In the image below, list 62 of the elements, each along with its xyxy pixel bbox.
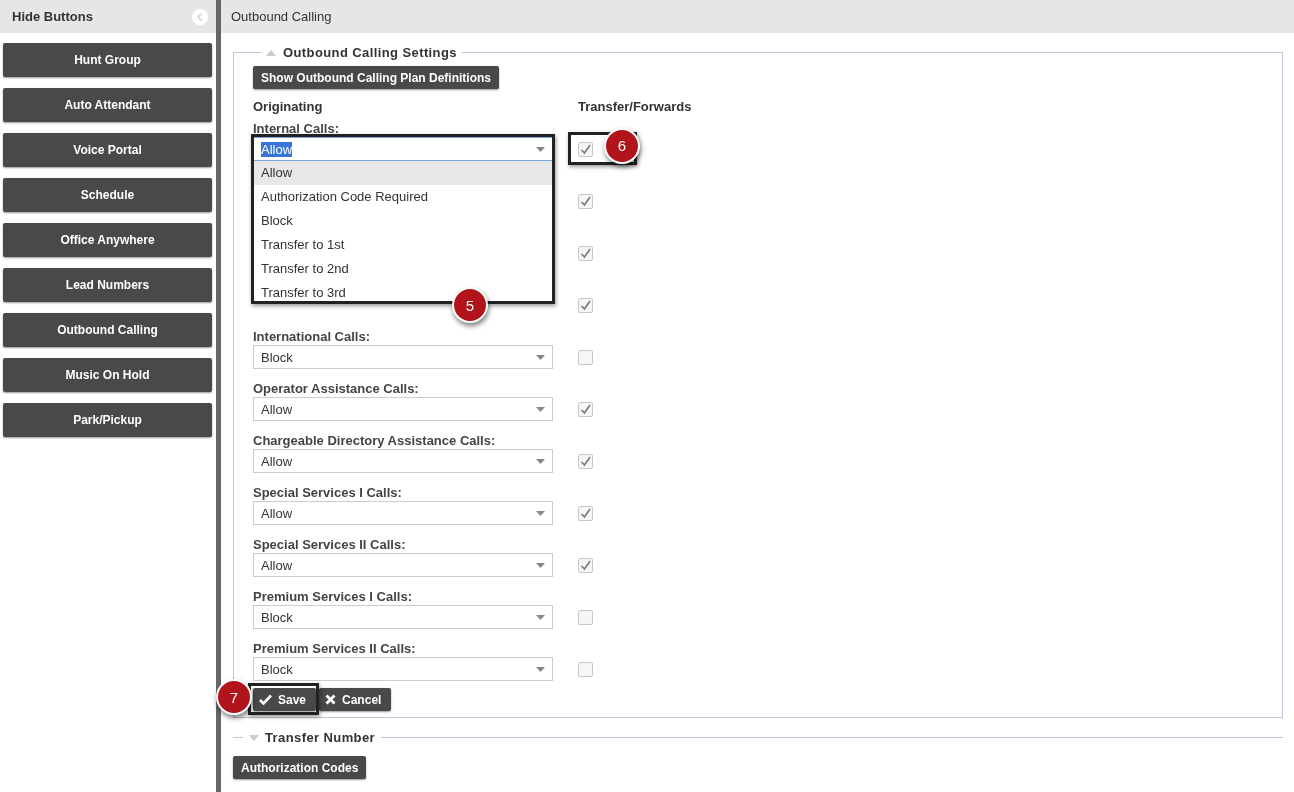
dropdown-field[interactable]: Allow [253,553,553,577]
dropdown-field[interactable]: Block [253,657,553,681]
cancel-button[interactable]: Cancel [319,688,392,711]
checkbox[interactable] [578,401,593,417]
dropdown-field[interactable]: Block [253,345,553,369]
field-label: Premium Services II Calls: [253,640,416,657]
close-icon [325,694,337,705]
field-label: Chargeable Directory Assistance Calls: [253,432,496,449]
section-title: Outbound Calling Settings [283,45,457,60]
section-title: Transfer Number [265,730,376,745]
field-label: Special Services II Calls: [253,536,406,553]
dropdown-option[interactable]: Authorization Code Required [253,185,553,209]
save-button[interactable]: Save [253,688,317,711]
checkbox[interactable] [578,453,593,469]
sidebar-button[interactable]: Park/Pickup [3,403,212,437]
dropdown-option[interactable]: Block [253,209,553,233]
dropdown-option[interactable]: Allow [253,161,553,185]
caret-icon [536,510,545,516]
caret-icon [536,562,545,568]
page-title: Outbound Calling [231,9,332,24]
authorization-codes-button[interactable]: Authorization Codes [233,756,367,779]
caret-icon [536,666,545,672]
caret-icon [536,146,545,152]
column-header: Transfer/Forwards [578,99,692,114]
sidebar-button[interactable]: Office Anywhere [3,223,212,257]
sidebar-title: Hide Buttons [12,9,93,24]
field-label: Internal Calls: [253,120,339,137]
caret-icon [536,614,545,620]
sidebar-button[interactable]: Music On Hold [3,358,212,392]
dropdown-field[interactable]: Allow [253,501,553,525]
field-label: Operator Assistance Calls: [253,380,419,397]
dropdown-option[interactable]: Transfer to 1st [253,233,553,257]
checkbox[interactable] [578,505,593,521]
caret-icon [536,458,545,464]
callout-marker: 6 [604,127,640,164]
field-label: International Calls: [253,328,371,345]
dropdown-option[interactable]: Transfer to 2nd [253,257,553,281]
sidebar-button[interactable]: Auto Attendant [3,88,212,122]
dropdown-field[interactable]: Block [253,605,553,629]
dropdown-field[interactable]: Allow [253,449,553,473]
checkbox[interactable] [578,141,593,157]
checkbox[interactable] [578,245,593,261]
field-label: Special Services I Calls: [253,484,402,501]
checkbox[interactable] [578,349,593,365]
column-header: Originating [253,99,324,114]
sidebar-button[interactable]: Voice Portal [3,133,212,167]
sidebar-button[interactable]: Schedule [3,178,212,212]
sidebar-button[interactable]: Outbound Calling [3,313,212,347]
caret-icon [536,406,545,412]
checkbox[interactable] [578,297,593,313]
checkbox[interactable] [578,557,593,573]
field-label: Premium Services I Calls: [253,588,412,605]
callout-marker: 5 [452,287,488,323]
definitions-button[interactable]: Show Outbound Calling Plan Definitions [253,66,499,89]
caret-icon [536,354,545,360]
checkbox[interactable] [578,661,593,677]
sidebar-button[interactable]: Hunt Group [3,43,212,77]
dropdown-field[interactable]: Allow [253,397,553,421]
check-icon [259,694,272,705]
sidebar-button[interactable]: Lead Numbers [3,268,212,302]
checkbox[interactable] [578,193,593,209]
checkbox[interactable] [578,609,593,625]
